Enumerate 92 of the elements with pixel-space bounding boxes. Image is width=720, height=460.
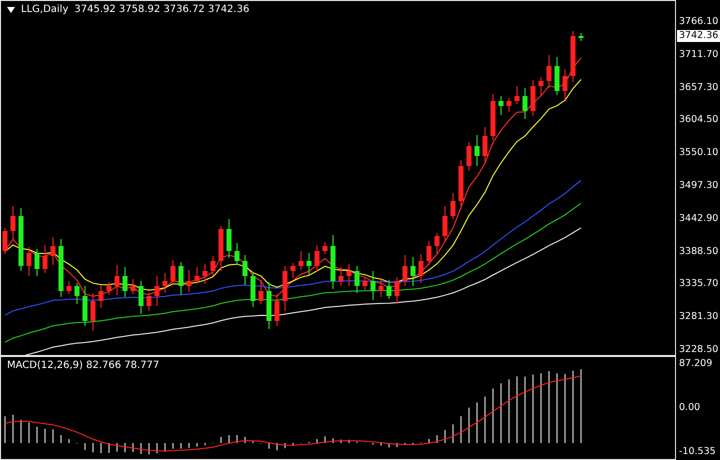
candlestick: [210, 256, 216, 276]
candlestick: [74, 282, 80, 304]
price-axis-label: 3604.50: [679, 114, 720, 126]
candlestick: [298, 250, 304, 270]
candlestick: [202, 264, 208, 284]
candlestick: [546, 54, 552, 88]
candlestick: [522, 88, 528, 120]
candlestick: [418, 254, 424, 284]
candlestick: [58, 238, 64, 298]
candlestick: [578, 32, 584, 42]
candlestick: [538, 76, 544, 96]
candlestick: [282, 266, 288, 312]
candlestick: [322, 242, 328, 254]
candlestick: [458, 160, 464, 210]
price-axis-label: 3335.70: [679, 278, 720, 290]
candlestick: [466, 142, 472, 172]
candlestick: [378, 278, 384, 298]
candlestick: [130, 278, 136, 294]
candlestick: [82, 286, 88, 326]
candlestick: [354, 266, 360, 294]
candlestick: [10, 206, 16, 240]
candlestick: [138, 280, 144, 314]
candlestick: [570, 30, 576, 82]
candlestick: [482, 126, 488, 164]
macd-axis-label: 87.209: [679, 358, 714, 370]
price-axis-label: 3766.10: [679, 16, 720, 28]
dropdown-icon[interactable]: [7, 6, 15, 12]
candlestick: [346, 264, 352, 286]
candlestick: [42, 244, 48, 274]
candlestick: [18, 208, 24, 272]
price-axis-label: 3657.30: [679, 82, 720, 94]
price-axis-label: 3388.50: [679, 246, 720, 258]
candlestick: [146, 292, 152, 312]
candlestick: [330, 234, 336, 290]
candlestick: [170, 260, 176, 286]
candlestick: [386, 280, 392, 300]
candlestick: [402, 254, 408, 286]
candlestick: [162, 272, 168, 294]
candlestick: [434, 232, 440, 256]
candlestick: [554, 56, 560, 96]
candlestick: [290, 262, 296, 278]
candlestick: [498, 96, 504, 116]
candlestick: [394, 276, 400, 304]
ohlc-values: 3745.92 3758.92 3736.72 3742.36: [74, 4, 250, 15]
candlestick: [226, 218, 232, 258]
price-axis-label: 3442.90: [679, 212, 720, 225]
candlestick: [26, 246, 32, 276]
candlestick: [218, 226, 224, 272]
symbol-label: LLG,Daily: [21, 4, 68, 15]
candlestick: [178, 262, 184, 296]
candlestick: [410, 256, 416, 286]
macd-label: MACD(12,26,9) 82.766 78.777: [7, 360, 160, 371]
candlestick: [474, 134, 480, 166]
candlestick: [50, 236, 56, 266]
candlestick: [250, 272, 256, 308]
price-axis-label: 3711.70: [679, 48, 720, 61]
candlestick: [266, 282, 272, 330]
candlestick: [514, 86, 520, 104]
price-axis-label: 3281.30: [679, 311, 720, 324]
candlestick: [426, 240, 432, 266]
candlestick: [114, 264, 120, 296]
candlestick: [338, 266, 344, 286]
candlestick: [258, 280, 264, 304]
current-price-tag: 3742.36: [677, 30, 720, 42]
candlestick: [98, 284, 104, 308]
macd-axis-label: 0.00: [679, 402, 702, 414]
candlestick: [234, 242, 240, 266]
candlestick: [306, 252, 312, 276]
candlestick: [90, 292, 96, 332]
candlestick: [2, 228, 8, 254]
candlestick: [562, 68, 568, 100]
candlestick: [186, 270, 192, 292]
candlestick: [274, 294, 280, 326]
candlestick: [154, 276, 160, 306]
candlestick: [122, 266, 128, 298]
candlestick: [442, 206, 448, 242]
candlestick: [34, 248, 40, 276]
candlestick: [242, 254, 248, 286]
candlestick: [370, 270, 376, 300]
price-axis-label: 3550.10: [679, 147, 720, 160]
candlestick: [362, 278, 368, 290]
macd-axis-label: -10.535: [679, 446, 717, 458]
candlestick: [490, 94, 496, 140]
candlestick: [314, 244, 320, 272]
candlestick: [106, 282, 112, 296]
candlestick: [194, 266, 200, 284]
candlestick: [450, 192, 456, 220]
candlestick: [506, 98, 512, 112]
price-axis-label: 3228.50: [679, 344, 720, 356]
price-axis-label: 3497.30: [679, 180, 720, 192]
candlestick: [530, 80, 536, 116]
candlestick: [66, 280, 72, 294]
